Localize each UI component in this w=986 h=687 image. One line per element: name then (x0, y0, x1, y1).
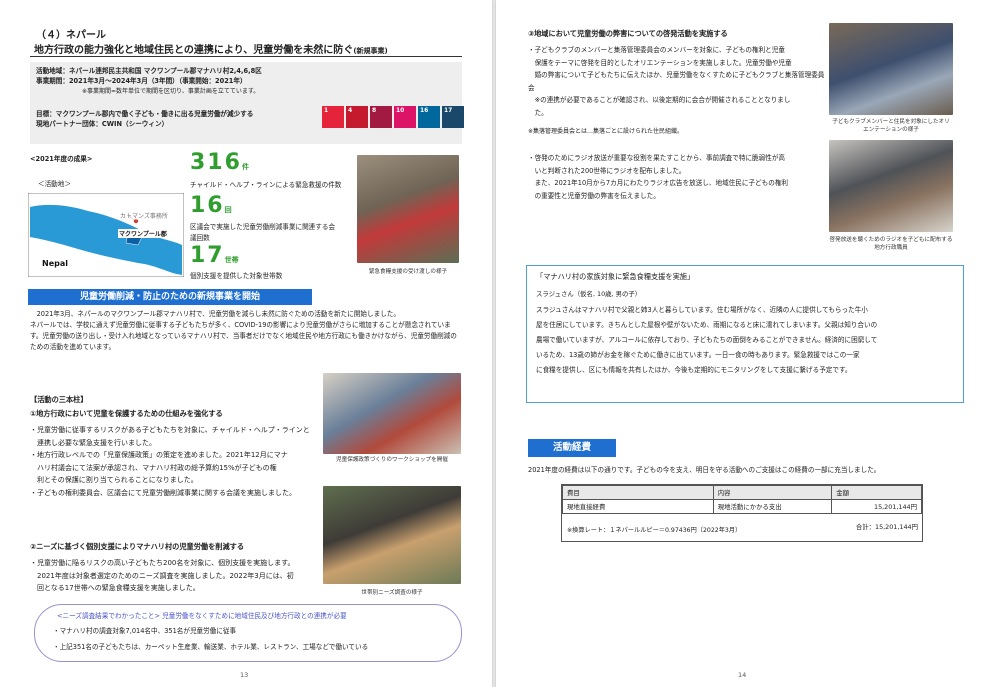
stat-emergency: 316件 (190, 150, 249, 175)
food-handover-photo (357, 155, 459, 263)
sdg-goal-icon: 10 (394, 106, 416, 128)
orientation-photo (829, 23, 953, 115)
pillar3-title: ③地域において児童労働の弊害についての啓発活動を実施する (528, 29, 728, 38)
sdg-goal-icon: 16 (418, 106, 440, 128)
right-page: ③地域において児童労働の弊害についての啓発活動を実施する ・子どもクラブのメンバ… (496, 0, 986, 687)
stat-emergency-desc: チャイルド・ヘルプ・ラインによる緊急救援の件数 (190, 181, 342, 189)
pillar3-paragraph: ・子どもクラブのメンバーと集落管理委員会のメンバーを対象に、子どもの権利と児童 … (528, 46, 825, 117)
nepal-map: カトマンズ事務所 マクワンプール郡 Nepal (27, 192, 185, 278)
sdg-goal-icon: 4 (346, 106, 368, 128)
results-title: <2021年度の成果> (30, 155, 93, 163)
table-header: 金額 (831, 485, 922, 500)
pillars-title: 【活動の三本柱】 (30, 395, 88, 404)
pillar2-title: ②ニーズに基づく個別支援によりマナハリ村の児童労働を削減する (30, 542, 245, 551)
stat-meetings: 16回 (190, 193, 232, 218)
story-subtitle: スラジュさん（仮名, 10歳, 男の子） (536, 290, 642, 298)
sdg-goal-icon: 1 (322, 106, 344, 128)
section-heading: （４）ネパール (36, 30, 106, 41)
stat-meetings-desc: 区議会で実施した児童労働削減事業に関連する会議回数 (190, 223, 336, 242)
map-label: ＜活動地＞ (38, 180, 71, 188)
rate-note: ※換算レート：１ネパールルピー＝0.97436円（2022年3月） (567, 527, 742, 534)
expense-bar: 活動経費 (528, 439, 616, 457)
info-box: 活動地域：ネパール連邦民主共和国 マクワンプール郡マナハリ村2,4,6,8区 事… (30, 62, 464, 144)
radio-paragraph: ・啓発のためにラジオ放送が重要な役割を果たすことから、事前調査で特に脆弱性が高 … (528, 154, 789, 200)
page-number: 13 (240, 671, 249, 679)
project-title: 地方行政の能力強化と地域住民との連携により、児童労働を未然に防ぐ(新規事業) (34, 45, 388, 56)
survey-item: ・上記351名の子どもたちは、カーペット生産業、輸送業、ホテル業、レストラン、工… (53, 643, 369, 651)
page-number: 14 (738, 671, 747, 679)
needs-survey-photo (323, 486, 461, 584)
radio-photo (829, 140, 953, 232)
total-amount: 合計：15,201,144円 (855, 523, 918, 531)
pillar3-note: ※集落管理委員会とは…集落ごとに設けられた住民組織。 (528, 128, 684, 135)
sdg-icons: 1 4 8 10 16 17 (322, 106, 464, 128)
survey-item: ・マナハリ村の調査対象7,014名中、351名が児童労働に従事 (53, 627, 237, 635)
workshop-caption: 児童保護政策づくりのワークショップを開催 (336, 457, 448, 463)
intro-paragraph: 2021年3月、ネパールのマクワンプール郡マナハリ村で、児童労働を減らし未然に防… (30, 310, 457, 351)
story-body: スラジュさんはマナハリ村で父親と姉3人と暮らしています。住む場所がなく、近隣の人… (536, 306, 878, 374)
table-header: 内容 (712, 485, 833, 500)
pillar1-bullets: ・児童労働に従事するリスクがある子どもたちを対象に、チャイルド・ヘルプ・ラインと… (30, 426, 310, 497)
partner-text: 現地パートナー団体：CWIN（シーウィン） (36, 120, 169, 128)
story-box: 「マナハリ村の家族対象に緊急食糧支援を実施」 スラジュさん（仮名, 10歳, 男… (526, 265, 964, 403)
kathmandu-label: カトマンズ事務所 (120, 211, 168, 220)
expense-intro: 2021年度の経費は以下の通りです。子どもの今を支え、明日を守る活動へのご支援は… (528, 466, 881, 474)
nepal-label: Nepal (40, 259, 70, 268)
orientation-caption: 子どもクラブメンバーと住民を対象にしたオリエンテーションの様子 (832, 119, 950, 133)
period-note: ※事業期間=数年単位で期間を区切り、事業計画を立てています。 (82, 88, 260, 95)
survey-box-title: <ニーズ調査結果でわかったこと> 児童労働をなくすために地域住民及び地方行政との… (57, 612, 347, 620)
title-rule (30, 56, 462, 57)
stat-households: 17世帯 (190, 243, 239, 268)
needs-survey-caption: 世帯別ニーズ調査の様子 (361, 590, 423, 596)
pillar2-bullets: ・児童労働に陥るリスクの高い子どもたち200名を対象に、個別支援を実施します。 … (30, 559, 295, 592)
expense-table: 費目 内容 金額 現地直接経費 現地活動にかかる支出 15,201,144円 ※… (561, 484, 923, 542)
story-title: 「マナハリ村の家族対象に緊急食糧支援を実施」 (536, 272, 695, 281)
radio-caption: 啓発放送を聴くためのラジオを子どもに配布する地方行政職員 (829, 237, 953, 251)
table-cell: 15,201,144円 (831, 499, 922, 514)
table-header: 費目 (562, 485, 714, 500)
table-cell: 現地活動にかかる支出 (712, 499, 833, 514)
left-page: （４）ネパール 地方行政の能力強化と地域住民との連携により、児童労働を未然に防ぐ… (0, 0, 492, 687)
makwanpur-label: マクワンプール郡 (118, 229, 168, 238)
food-handover-caption: 緊急食糧支援の受け渡しの様子 (368, 269, 448, 275)
workshop-photo (323, 373, 461, 454)
survey-box: <ニーズ調査結果でわかったこと> 児童労働をなくすために地域住民及び地方行政との… (34, 604, 462, 662)
sdg-goal-icon: 8 (370, 106, 392, 128)
sdg-goal-icon: 17 (442, 106, 464, 128)
table-cell: 現地直接経費 (562, 499, 714, 514)
stat-households-desc: 個別支援を提供した対象世帯数 (190, 272, 283, 280)
new-project-bar: 児童労働削減・防止のための新規事業を開始 (28, 289, 312, 305)
pillar1-title: ①地方行政において児童を保護するための仕組みを強化する (30, 409, 223, 418)
